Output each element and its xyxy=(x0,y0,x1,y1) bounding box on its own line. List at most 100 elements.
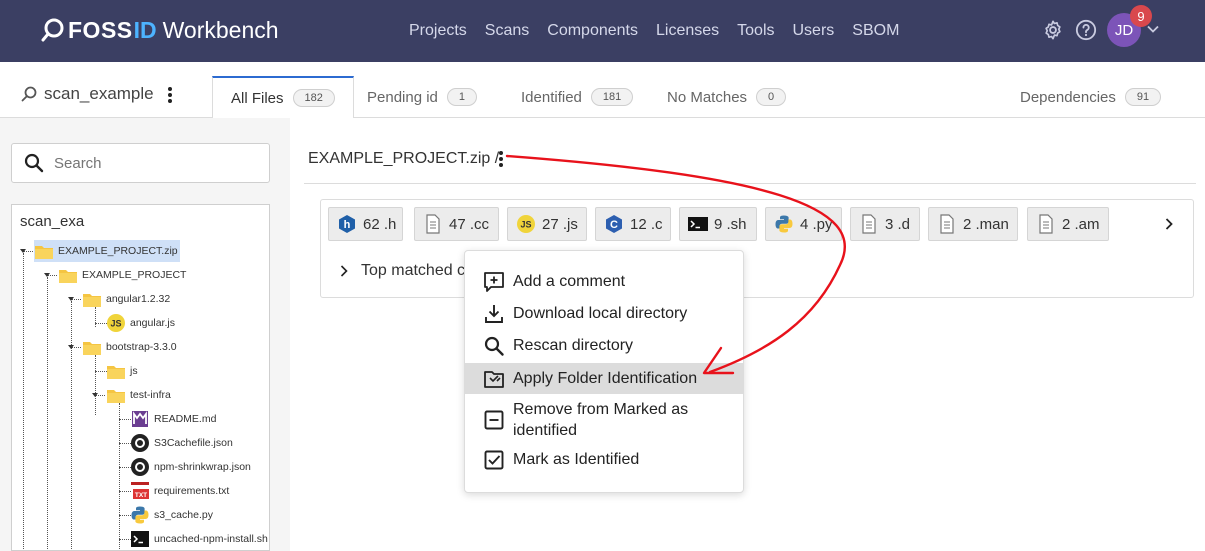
menu-item-label: Apply Folder Identification xyxy=(513,370,698,387)
expand-toggle-icon[interactable] xyxy=(68,297,74,301)
svg-text:C: C xyxy=(610,219,618,231)
menu-item-download-directory[interactable]: Download local directory xyxy=(465,303,743,329)
tree-node-label: angular.js xyxy=(130,317,175,329)
folder-icon xyxy=(107,366,125,379)
chevron-down-icon[interactable] xyxy=(1146,22,1160,36)
tree-node-s3-cache-py[interactable]: s3_cache.py xyxy=(130,504,213,526)
tree-node-angular-js[interactable]: JS angular.js xyxy=(106,312,175,334)
folder-more-menu-icon[interactable] xyxy=(498,150,504,168)
nav-components[interactable]: Components xyxy=(547,22,638,40)
file-type-chip-man[interactable]: 2 .man xyxy=(928,207,1018,241)
nav-sbom[interactable]: SBOM xyxy=(852,22,899,40)
terminal-icon xyxy=(131,531,149,547)
menu-item-label: Mark as Identified xyxy=(513,451,640,468)
nav-users[interactable]: Users xyxy=(793,22,835,40)
brand-workbench: Workbench xyxy=(162,16,279,43)
folder-icon xyxy=(83,342,101,355)
tree-node-label: angular1.2.32 xyxy=(106,293,171,305)
tab-identified[interactable]: Identified 181 xyxy=(503,76,651,118)
tree-node-requirements[interactable]: TXT requirements.txt xyxy=(130,480,229,502)
tree-node-angular[interactable]: angular1.2.32 xyxy=(82,288,170,310)
expand-toggle-icon[interactable] xyxy=(68,345,74,349)
tree-connector xyxy=(95,307,96,327)
file-type-chip-c[interactable]: C 12 .c xyxy=(595,207,671,241)
search-box[interactable] xyxy=(11,143,270,183)
tree-node-s3cachefile[interactable]: S3Cachefile.json xyxy=(130,432,233,454)
tree-node-example-project-zip[interactable]: EXAMPLE_PROJECT.zip xyxy=(34,240,180,262)
menu-item-add-comment[interactable]: Add a comment xyxy=(465,271,743,297)
document-icon xyxy=(426,214,440,234)
menu-item-rescan-directory[interactable]: Rescan directory xyxy=(465,335,743,361)
menu-item-remove-from-marked[interactable]: Remove from Marked as identified xyxy=(465,399,743,443)
tree-node-label: README.md xyxy=(154,413,217,425)
add-comment-icon xyxy=(484,272,504,292)
tree-node-label: test-infra xyxy=(130,389,171,401)
logo-mark-icon xyxy=(41,18,64,42)
chip-ext: .d xyxy=(897,215,911,233)
brand-foss: FOSS xyxy=(68,16,133,43)
python-icon xyxy=(131,506,149,524)
scan-title: scan_example xyxy=(20,84,154,104)
tab-pending-id[interactable]: Pending id 1 xyxy=(349,76,495,118)
top-matched-toggle[interactable]: Top matched c xyxy=(337,262,465,280)
nav-scans[interactable]: Scans xyxy=(485,22,529,40)
file-type-chip-cc[interactable]: 47 .cc xyxy=(414,207,499,241)
tab-label: Identified xyxy=(521,88,582,106)
breadcrumb[interactable]: EXAMPLE_PROJECT.zip / xyxy=(308,150,499,168)
chevron-right-icon xyxy=(340,265,348,277)
expand-toggle-icon[interactable] xyxy=(20,249,26,253)
tab-all-files[interactable]: All Files 182 xyxy=(212,76,354,119)
menu-item-mark-as-identified[interactable]: Mark as Identified xyxy=(465,449,743,475)
tree-node-test-infra[interactable]: test-infra xyxy=(106,384,171,406)
file-type-chip-sh[interactable]: 9 .sh xyxy=(679,207,757,241)
tab-label: No Matches xyxy=(667,88,748,106)
gear-icon[interactable] xyxy=(1042,19,1064,41)
top-navigation-bar: FOSS ID Workbench Projects Scans Component… xyxy=(0,0,1205,62)
nav-tools[interactable]: Tools xyxy=(737,22,774,40)
search-input[interactable] xyxy=(54,154,254,172)
menu-item-label: Remove from Marked as identified xyxy=(513,401,689,439)
nav-projects[interactable]: Projects xyxy=(409,22,467,40)
tree-node-npm-shrinkwrap[interactable]: npm-shrinkwrap.json xyxy=(130,456,251,478)
expand-toggle-icon[interactable] xyxy=(44,273,50,277)
tree-node-label: npm-shrinkwrap.json xyxy=(154,461,251,473)
tab-no-matches[interactable]: No Matches 0 xyxy=(649,76,804,118)
file-type-chip-js[interactable]: JS 27 .js xyxy=(507,207,587,241)
checkbox-icon xyxy=(484,450,504,470)
tree-node-example-project[interactable]: EXAMPLE_PROJECT xyxy=(58,264,186,286)
scan-more-menu-icon[interactable] xyxy=(167,86,173,104)
tab-label: Dependencies xyxy=(1020,88,1116,106)
help-icon[interactable] xyxy=(1075,19,1097,41)
tab-dependencies[interactable]: Dependencies 91 xyxy=(1002,76,1179,118)
file-type-chip-am[interactable]: 2 .am xyxy=(1027,207,1109,241)
chip-count: 27 xyxy=(542,215,559,233)
top-matched-label: Top matched c xyxy=(361,262,466,279)
nav-licenses[interactable]: Licenses xyxy=(656,22,719,40)
chip-ext: .am xyxy=(1074,215,1100,233)
tab-count-badge: 0 xyxy=(756,88,787,106)
tree-node-readme[interactable]: README.md xyxy=(130,408,216,430)
chevron-right-icon[interactable] xyxy=(1161,216,1177,232)
tree-node-uncached-npm-install[interactable]: uncached-npm-install.sh xyxy=(130,528,268,550)
chip-ext: .js xyxy=(562,215,578,233)
folder-context-menu: Add a comment Download local directory R… xyxy=(464,250,744,493)
file-type-chip-py[interactable]: 4 .py xyxy=(765,207,842,241)
app-logo[interactable]: FOSS ID Workbench xyxy=(40,15,279,45)
document-icon xyxy=(1039,214,1053,234)
tab-count-badge: 181 xyxy=(590,88,634,106)
chip-ext: .py xyxy=(812,215,833,233)
tree-node-bootstrap[interactable]: bootstrap-3.3.0 xyxy=(82,336,177,358)
tree-node-js-folder[interactable]: js xyxy=(106,360,138,382)
folder-icon xyxy=(107,390,125,403)
file-type-chip-h[interactable]: h 62 .h xyxy=(328,207,403,241)
menu-item-label: Download local directory xyxy=(513,305,688,322)
tree-connector xyxy=(47,277,48,550)
main-nav: Projects Scans Components Licenses Tools… xyxy=(400,0,908,62)
menu-item-apply-folder-identification[interactable]: Apply Folder Identification xyxy=(465,363,743,394)
svg-text:TXT: TXT xyxy=(135,492,147,499)
tree-connector xyxy=(119,403,120,550)
file-type-chip-d[interactable]: 3 .d xyxy=(850,207,920,241)
tree-connector xyxy=(95,355,96,415)
chip-count: 9 xyxy=(714,215,723,233)
expand-toggle-icon[interactable] xyxy=(92,393,98,397)
